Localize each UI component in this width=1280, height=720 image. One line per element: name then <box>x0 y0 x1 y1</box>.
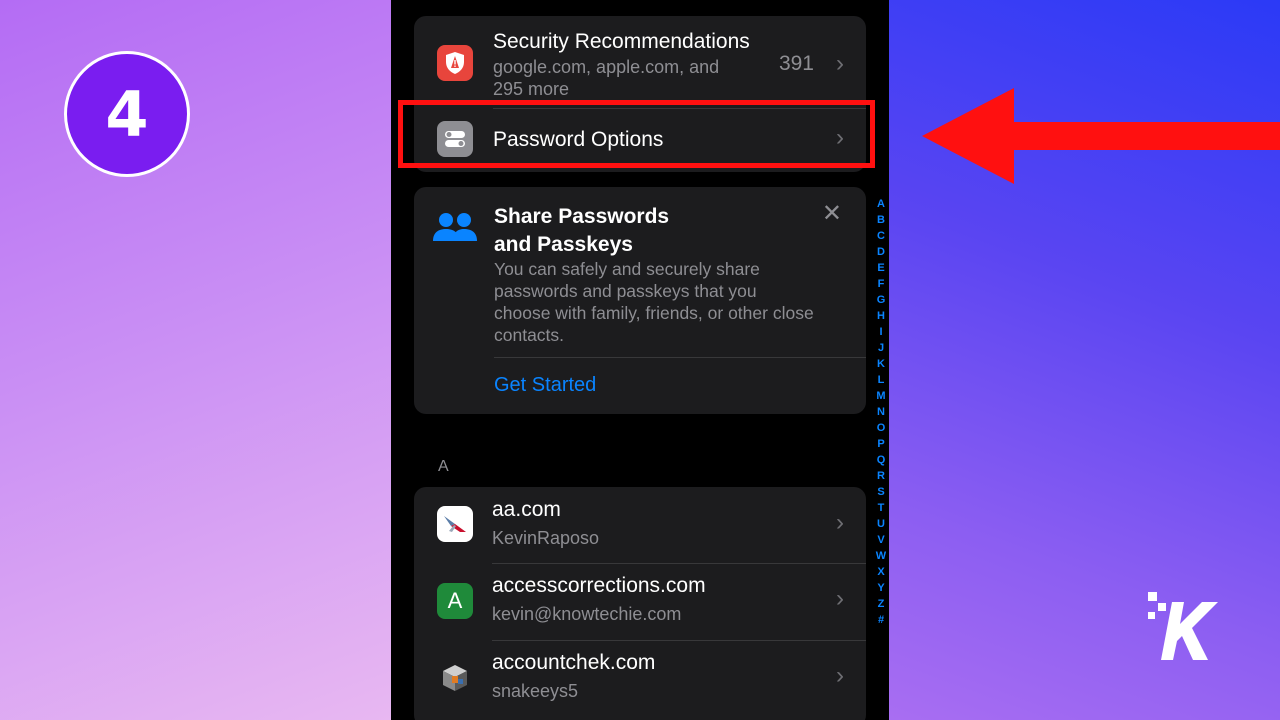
background-left <box>0 0 400 720</box>
index-letter[interactable]: G <box>877 292 886 308</box>
alphabet-index[interactable]: A B C D E F G H I J K L M N O P Q R S T U V W X Y Z # <box>875 196 887 628</box>
knowtechie-logo-icon <box>1146 590 1224 669</box>
password-options-highlight <box>398 100 875 168</box>
account-domain: accountchek.com <box>492 651 656 674</box>
index-letter[interactable]: X <box>877 564 884 580</box>
security-recommendations-subtitle: google.com, apple.com, and 295 more <box>493 57 720 99</box>
cube-icon <box>437 660 473 696</box>
chevron-right-icon: › <box>836 662 844 689</box>
accounts-list: aa.com KevinRaposo › A accesscorrections… <box>414 487 866 720</box>
index-letter[interactable]: S <box>877 484 884 500</box>
account-domain: accesscorrections.com <box>492 574 706 597</box>
share-passwords-card: Share Passwords and Passkeys ✕ You can s… <box>414 187 866 414</box>
index-letter[interactable]: P <box>877 436 884 452</box>
people-icon <box>432 211 478 250</box>
index-letter[interactable]: J <box>878 340 884 356</box>
index-letter[interactable]: # <box>878 612 884 628</box>
account-username: snakeeys5 <box>492 681 579 701</box>
account-domain: aa.com <box>492 498 561 521</box>
index-letter[interactable]: Q <box>877 452 886 468</box>
index-letter[interactable]: V <box>877 532 884 548</box>
section-header-a: A <box>438 458 449 475</box>
share-title-line-1: Share Passwords <box>494 205 670 228</box>
security-recommendations-title: Security Recommendations <box>493 30 750 53</box>
left-arrow-icon <box>922 88 1280 189</box>
share-divider <box>494 357 866 358</box>
shield-warning-icon <box>437 45 473 81</box>
index-letter[interactable]: U <box>877 516 885 532</box>
get-started-button[interactable]: Get Started <box>494 374 596 397</box>
chevron-right-icon: › <box>836 585 844 612</box>
index-letter[interactable]: D <box>877 244 885 260</box>
step-number: 4 <box>105 77 149 151</box>
index-letter[interactable]: E <box>877 260 884 276</box>
index-letter[interactable]: C <box>877 228 885 244</box>
chevron-right-icon: › <box>836 509 844 536</box>
index-letter[interactable]: Y <box>877 580 884 596</box>
index-letter[interactable]: M <box>876 388 885 404</box>
index-letter[interactable]: O <box>877 420 886 436</box>
index-letter[interactable]: I <box>879 324 882 340</box>
list-item[interactable]: A accesscorrections.com kevin@knowtechie… <box>414 563 866 640</box>
security-count: 391 <box>778 52 814 75</box>
index-letter[interactable]: B <box>877 212 885 228</box>
share-description: You can safely and securely share passwo… <box>494 259 814 345</box>
security-recommendations-row[interactable]: Security Recommendations google.com, app… <box>414 16 866 108</box>
list-item[interactable]: aa.com KevinRaposo › <box>414 487 866 563</box>
index-letter[interactable]: F <box>878 276 885 292</box>
list-item[interactable]: accountchek.com snakeeys5 › <box>414 640 866 717</box>
index-letter[interactable]: A <box>877 196 885 212</box>
index-letter[interactable]: R <box>877 468 885 484</box>
letter-a-icon: A <box>437 583 473 619</box>
index-letter[interactable]: W <box>876 548 886 564</box>
index-letter[interactable]: K <box>877 356 885 372</box>
index-letter[interactable]: L <box>878 372 885 388</box>
index-letter[interactable]: Z <box>878 596 885 612</box>
step-number-badge: 4 <box>64 51 190 177</box>
account-username: kevin@knowtechie.com <box>492 604 682 624</box>
index-letter[interactable]: T <box>878 500 885 516</box>
index-letter[interactable]: H <box>877 308 885 324</box>
account-username: KevinRaposo <box>492 528 600 548</box>
chevron-right-icon: › <box>836 50 844 77</box>
index-letter[interactable]: N <box>877 404 885 420</box>
share-title-line-2: and Passkeys <box>494 233 633 256</box>
american-airlines-icon <box>437 506 473 542</box>
close-icon[interactable]: ✕ <box>822 199 842 228</box>
share-title: Share Passwords and Passkeys <box>494 203 669 259</box>
